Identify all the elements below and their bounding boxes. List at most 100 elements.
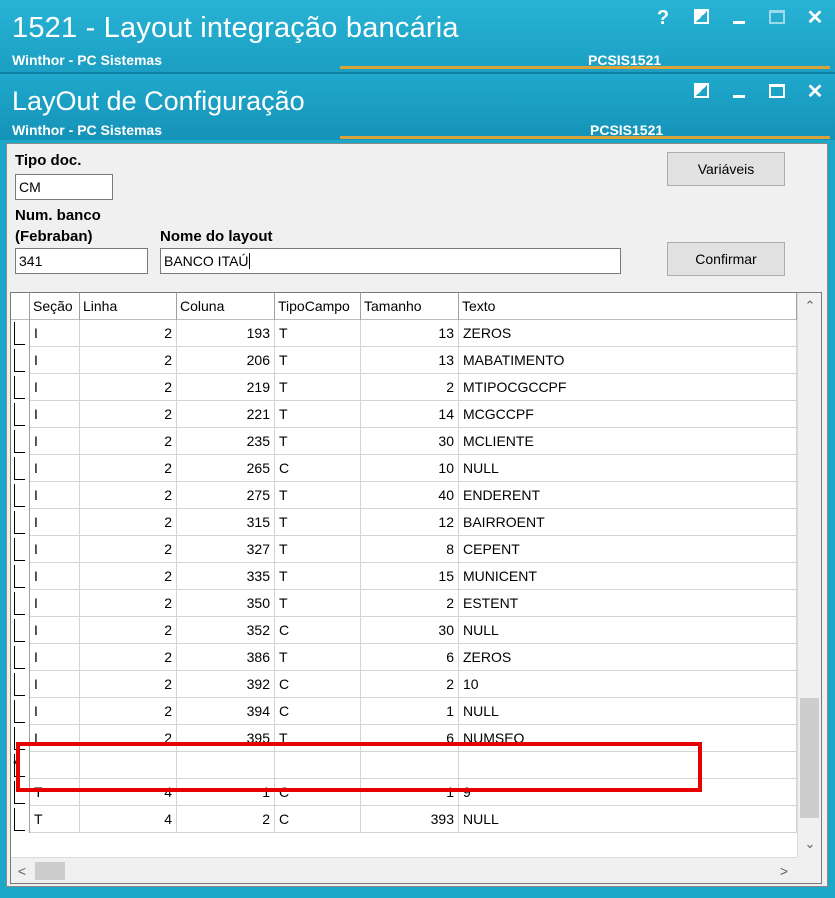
cell-coluna[interactable] bbox=[177, 752, 275, 779]
cell-tipocampo[interactable]: C bbox=[275, 806, 361, 833]
cell-tamanho[interactable]: 8 bbox=[361, 536, 459, 563]
table-row[interactable]: I 2 275 T 40 ENDERENT bbox=[11, 482, 797, 509]
cell-texto[interactable]: MCGCCPF bbox=[459, 401, 797, 428]
column-header-tipocampo[interactable]: TipoCampo bbox=[275, 293, 361, 320]
cell-tipocampo[interactable]: T bbox=[275, 563, 361, 590]
scroll-left-icon[interactable]: < bbox=[11, 858, 33, 883]
cell-coluna[interactable]: 335 bbox=[177, 563, 275, 590]
cell-secao[interactable]: I bbox=[30, 428, 80, 455]
column-header-tamanho[interactable]: Tamanho bbox=[361, 293, 459, 320]
cell-secao[interactable]: I bbox=[30, 698, 80, 725]
cell-secao[interactable]: I bbox=[30, 347, 80, 374]
table-row[interactable]: I 2 352 C 30 NULL bbox=[11, 617, 797, 644]
cell-secao[interactable]: I bbox=[30, 455, 80, 482]
vertical-scrollbar[interactable]: ⌃ ⌄ bbox=[797, 293, 821, 857]
cell-texto[interactable]: MTIPOCGCCPF bbox=[459, 374, 797, 401]
layout-grid[interactable]: Seção Linha Coluna TipoCampo Tamanho Tex… bbox=[10, 292, 822, 884]
help-button[interactable]: ? bbox=[653, 8, 673, 28]
cell-tamanho[interactable]: 393 bbox=[361, 806, 459, 833]
row-indicator[interactable] bbox=[11, 617, 30, 644]
row-indicator[interactable]: * bbox=[11, 752, 30, 779]
cell-texto[interactable]: CEPENT bbox=[459, 536, 797, 563]
cell-tipocampo[interactable]: T bbox=[275, 320, 361, 347]
cell-linha[interactable]: 2 bbox=[80, 563, 177, 590]
table-row[interactable]: I 2 193 T 13 ZEROS bbox=[11, 320, 797, 347]
cell-tipocampo[interactable]: C bbox=[275, 455, 361, 482]
maximize-icon[interactable] bbox=[767, 82, 787, 102]
cell-texto[interactable]: NULL bbox=[459, 455, 797, 482]
scroll-down-icon[interactable]: ⌄ bbox=[798, 833, 821, 855]
horizontal-scroll-thumb[interactable] bbox=[35, 862, 65, 880]
cell-coluna[interactable]: 395 bbox=[177, 725, 275, 752]
table-row[interactable]: I 2 327 T 8 CEPENT bbox=[11, 536, 797, 563]
cell-texto[interactable]: MCLIENTE bbox=[459, 428, 797, 455]
table-row[interactable]: I 2 394 C 1 NULL bbox=[11, 698, 797, 725]
cell-coluna[interactable]: 1 bbox=[177, 779, 275, 806]
cell-tamanho[interactable]: 2 bbox=[361, 374, 459, 401]
table-row[interactable]: T41C19 bbox=[11, 779, 797, 806]
cell-coluna[interactable]: 235 bbox=[177, 428, 275, 455]
cell-secao[interactable]: I bbox=[30, 617, 80, 644]
cell-tamanho[interactable]: 2 bbox=[361, 590, 459, 617]
cell-linha[interactable]: 2 bbox=[80, 374, 177, 401]
cell-coluna[interactable]: 265 bbox=[177, 455, 275, 482]
cell-texto[interactable]: ENDERENT bbox=[459, 482, 797, 509]
row-indicator[interactable] bbox=[11, 779, 30, 806]
cell-texto[interactable]: NULL bbox=[459, 698, 797, 725]
cell-linha[interactable]: 2 bbox=[80, 455, 177, 482]
cell-linha[interactable]: 4 bbox=[80, 779, 177, 806]
minimize-button[interactable] bbox=[729, 8, 749, 28]
cell-tipocampo[interactable]: T bbox=[275, 401, 361, 428]
table-row[interactable]: I 2 206 T 13 MABATIMENTO bbox=[11, 347, 797, 374]
close-button[interactable]: ✕ bbox=[805, 82, 825, 102]
cell-linha[interactable]: 2 bbox=[80, 509, 177, 536]
column-header-texto[interactable]: Texto bbox=[459, 293, 797, 320]
variaveis-button[interactable]: Variáveis bbox=[667, 152, 785, 186]
cell-secao[interactable]: I bbox=[30, 374, 80, 401]
table-row[interactable]: I 2 392 C 2 10 bbox=[11, 671, 797, 698]
cell-tipocampo[interactable]: T bbox=[275, 428, 361, 455]
cell-texto[interactable]: BAIRROENT bbox=[459, 509, 797, 536]
row-indicator[interactable] bbox=[11, 698, 30, 725]
table-row[interactable]: I 2 265 C 10 NULL bbox=[11, 455, 797, 482]
close-button[interactable]: ✕ bbox=[805, 8, 825, 28]
cell-linha[interactable]: 2 bbox=[80, 347, 177, 374]
table-row[interactable]: I 2 315 T 12 BAIRROENT bbox=[11, 509, 797, 536]
table-row[interactable]: T 4 2 C 393 NULL bbox=[11, 806, 797, 833]
cell-tamanho[interactable]: 6 bbox=[361, 725, 459, 752]
cell-coluna[interactable]: 206 bbox=[177, 347, 275, 374]
cell-secao[interactable]: I bbox=[30, 671, 80, 698]
cell-secao[interactable]: I bbox=[30, 509, 80, 536]
cell-linha[interactable] bbox=[80, 752, 177, 779]
cell-coluna[interactable]: 275 bbox=[177, 482, 275, 509]
row-indicator[interactable] bbox=[11, 482, 30, 509]
cell-linha[interactable]: 2 bbox=[80, 617, 177, 644]
cell-secao[interactable]: I bbox=[30, 563, 80, 590]
column-header-linha[interactable]: Linha bbox=[80, 293, 177, 320]
row-indicator[interactable] bbox=[11, 725, 30, 752]
table-row[interactable]: I 2 386 T 6 ZEROS bbox=[11, 644, 797, 671]
cell-coluna[interactable]: 193 bbox=[177, 320, 275, 347]
row-indicator[interactable] bbox=[11, 347, 30, 374]
row-indicator[interactable] bbox=[11, 644, 30, 671]
cell-texto[interactable]: MUNICENT bbox=[459, 563, 797, 590]
row-indicator[interactable] bbox=[11, 320, 30, 347]
cell-coluna[interactable]: 386 bbox=[177, 644, 275, 671]
table-row[interactable]: I 2 235 T 30 MCLIENTE bbox=[11, 428, 797, 455]
cell-secao[interactable]: I bbox=[30, 401, 80, 428]
cell-tipocampo[interactable]: C bbox=[275, 698, 361, 725]
scroll-up-icon[interactable]: ⌃ bbox=[798, 295, 821, 317]
cell-tipocampo[interactable]: T bbox=[275, 536, 361, 563]
cell-coluna[interactable]: 350 bbox=[177, 590, 275, 617]
nome-layout-field[interactable]: BANCO ITAÚ bbox=[160, 248, 621, 274]
row-indicator[interactable] bbox=[11, 590, 30, 617]
cell-texto[interactable]: NULL bbox=[459, 806, 797, 833]
cell-texto[interactable]: NUMSEQ bbox=[459, 725, 797, 752]
cell-linha[interactable]: 2 bbox=[80, 320, 177, 347]
table-row[interactable]: I 2 395 T 6 NUMSEQ bbox=[11, 725, 797, 752]
cell-linha[interactable]: 2 bbox=[80, 590, 177, 617]
cell-tamanho[interactable]: 30 bbox=[361, 428, 459, 455]
row-indicator[interactable] bbox=[11, 806, 30, 833]
cell-tamanho[interactable]: 14 bbox=[361, 401, 459, 428]
confirmar-button[interactable]: Confirmar bbox=[667, 242, 785, 276]
